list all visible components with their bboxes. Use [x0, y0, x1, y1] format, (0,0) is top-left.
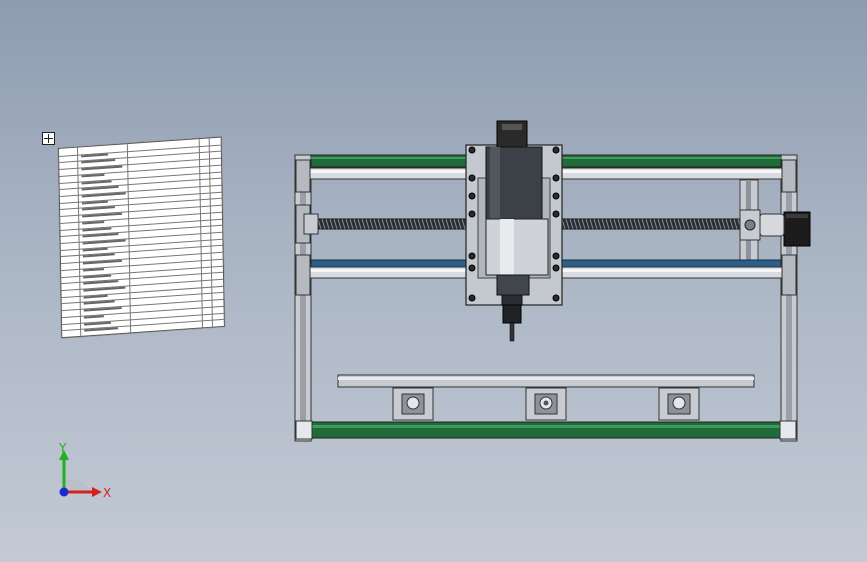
carriage-bolt: [552, 210, 560, 218]
carriage-bolt: [552, 294, 560, 302]
cnc-router-model[interactable]: [0, 0, 867, 562]
table-support-left: [392, 387, 434, 421]
table-support-right: [658, 387, 700, 421]
work-table: [337, 374, 755, 388]
carriage-bolt: [468, 146, 476, 154]
carriage-bolt: [468, 210, 476, 218]
carriage-bolt: [552, 146, 560, 154]
carriage-bolt: [552, 252, 560, 260]
triad-x-label: X: [103, 486, 112, 500]
carriage-bolt: [468, 294, 476, 302]
router-bit: [509, 322, 515, 342]
triad-y-label: Y: [59, 441, 67, 455]
carriage-bolt: [552, 264, 560, 272]
spindle-clamp: [485, 218, 549, 276]
carriage-bolt: [468, 174, 476, 182]
carriage-bolt: [552, 174, 560, 182]
carriage-bolt: [552, 192, 560, 200]
carriage-bolt: [468, 252, 476, 260]
carriage-bolt: [468, 192, 476, 200]
carriage-bolt: [468, 264, 476, 272]
bottom-frame-beam: [310, 421, 782, 439]
table-support-center: [525, 387, 567, 421]
coupler: [759, 213, 785, 237]
